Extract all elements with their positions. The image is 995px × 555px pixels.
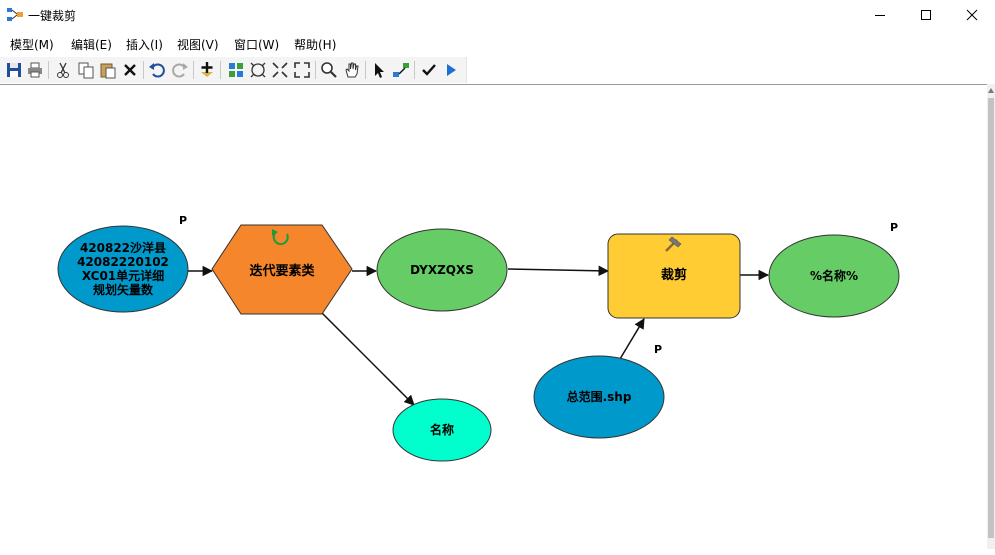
toolbar-separator: [193, 61, 194, 79]
pan-icon[interactable]: [342, 60, 362, 80]
input-dataset-label-line-2: 42082220102: [77, 255, 169, 269]
extent-input-label: 总范围.shp: [567, 389, 632, 404]
extent-input-parameter-flag: P: [654, 343, 662, 356]
toolbar: [0, 57, 467, 83]
input-dataset-label-line-4: 规划矢量数: [93, 282, 154, 297]
menu-view[interactable]: 视图(V): [177, 36, 219, 53]
input-dataset-node[interactable]: 420822沙洋县 42082220102 XC01单元详细 规划矢量数: [57, 225, 189, 313]
zoom-icon[interactable]: [319, 60, 339, 80]
save-icon[interactable]: [4, 60, 24, 80]
toolbar-separator: [48, 61, 49, 79]
extent-input-node[interactable]: 总范围.shp: [533, 355, 665, 439]
select-icon[interactable]: [369, 60, 389, 80]
run-icon[interactable]: [441, 60, 461, 80]
full-extent-icon[interactable]: [248, 60, 268, 80]
maximize-button[interactable]: [903, 0, 949, 30]
scroll-up-arrow-icon[interactable]: [988, 88, 994, 93]
delete-icon[interactable]: [120, 60, 140, 80]
input-dataset-label-line-1: 420822沙洋县: [80, 240, 166, 255]
vertical-scrollbar[interactable]: [987, 84, 995, 549]
fixed-zoom-out-icon[interactable]: [292, 60, 312, 80]
add-connection-icon[interactable]: [391, 60, 411, 80]
menu-insert[interactable]: 插入(I): [126, 36, 163, 53]
menu-edit[interactable]: 编辑(E): [71, 36, 112, 53]
iterator-label: 迭代要素类: [249, 263, 315, 279]
menu-help[interactable]: 帮助(H): [294, 36, 336, 53]
output-label: %名称%: [810, 268, 858, 283]
scrollbar-thumb[interactable]: [988, 98, 994, 538]
connector-dyxzqxs-to-clip[interactable]: [507, 265, 610, 277]
output-node[interactable]: %名称%: [768, 234, 900, 318]
dyxzqxs-variable-node[interactable]: DYXZQXS: [376, 228, 508, 312]
paste-icon[interactable]: [98, 60, 118, 80]
clip-tool-label: 裁剪: [661, 267, 687, 283]
iterator-node[interactable]: 迭代要素类: [211, 224, 353, 315]
toolbar-separator: [143, 61, 144, 79]
copy-icon[interactable]: [76, 60, 96, 80]
fixed-zoom-in-icon[interactable]: [270, 60, 290, 80]
close-icon: [966, 9, 978, 21]
maximize-icon: [921, 10, 931, 20]
toolbar-separator: [220, 61, 221, 79]
toolbar-separator: [414, 61, 415, 79]
connector-extent-to-clip[interactable]: [619, 318, 645, 360]
toolbar-separator: [315, 61, 316, 79]
print-icon[interactable]: [25, 60, 45, 80]
redo-icon[interactable]: [170, 60, 190, 80]
name-value-node[interactable]: 名称: [392, 398, 492, 462]
minimize-icon: [875, 15, 885, 16]
validate-icon[interactable]: [419, 60, 439, 80]
cut-icon[interactable]: [53, 60, 73, 80]
model-canvas[interactable]: 420822沙洋县 42082220102 XC01单元详细 规划矢量数 P 迭…: [0, 84, 987, 550]
menu-bar: 模型(M) 编辑(E) 插入(I) 视图(V) 窗口(W) 帮助(H): [0, 33, 995, 55]
clip-tool-node[interactable]: 裁剪: [607, 233, 741, 319]
close-button[interactable]: [949, 0, 995, 30]
minimize-button[interactable]: [857, 0, 903, 30]
input-dataset-label-line-3: XC01单元详细: [82, 268, 164, 283]
add-data-icon[interactable]: [197, 60, 217, 80]
dyxzqxs-label: DYXZQXS: [410, 263, 474, 277]
window-title: 一键裁剪: [28, 9, 77, 23]
toolbar-separator: [365, 61, 366, 79]
input-dataset-parameter-flag: P: [179, 214, 187, 227]
auto-layout-icon[interactable]: [226, 60, 246, 80]
name-value-label: 名称: [430, 422, 454, 437]
undo-icon[interactable]: [147, 60, 167, 80]
title-bar: 一键裁剪: [0, 0, 995, 30]
model-diagram: 420822沙洋县 42082220102 XC01单元详细 规划矢量数 P 迭…: [57, 214, 900, 462]
model-builder-app-icon: [7, 8, 23, 21]
menu-model[interactable]: 模型(M): [10, 36, 54, 53]
connector-iterator-to-name[interactable]: [321, 312, 415, 406]
output-parameter-flag: P: [890, 221, 898, 234]
menu-window[interactable]: 窗口(W): [234, 36, 279, 53]
